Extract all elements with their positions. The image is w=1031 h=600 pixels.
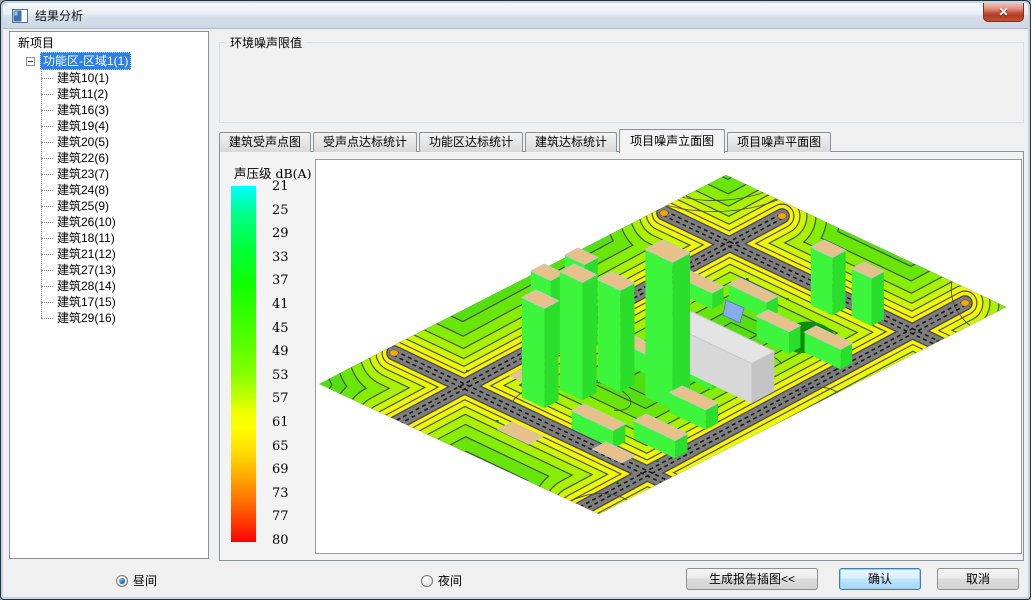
tree-item[interactable]: 建筑26(10) [16,214,206,230]
noise-limit-label: 环境噪声限值 [226,34,306,51]
radio-nighttime[interactable]: 夜间 [421,572,462,589]
noise-map-viewport[interactable] [315,159,1022,554]
close-icon: ✕ [998,5,1008,19]
legend-tick: 37 [272,273,289,288]
app-icon [12,9,28,23]
tree-children: 建筑10(1)建筑11(2)建筑16(3)建筑19(4)建筑20(5)建筑22(… [16,70,206,326]
legend-tick: 69 [272,462,289,477]
legend-tick: 61 [272,415,289,430]
radio-nighttime-label: 夜间 [438,572,462,589]
window-title: 结果分析 [35,7,83,24]
legend-tick: 77 [272,509,289,524]
building [522,290,559,408]
cancel-button[interactable]: 取消 [937,568,1019,590]
radio-daytime-label: 昼间 [133,572,157,589]
legend-tick: 33 [272,250,289,265]
legend-tick: 25 [272,203,289,218]
tree-item[interactable]: 建筑28(14) [16,278,206,294]
building [852,262,884,326]
noise-map-3d [316,160,1021,553]
legend-tick: 80 [272,533,289,548]
tree-item[interactable]: 建筑18(11) [16,230,206,246]
building [560,264,597,400]
confirm-button[interactable]: 确认 [839,568,921,590]
tab-3[interactable]: 功能区达标统计 [419,132,523,152]
generate-report-button[interactable]: 生成报告插图<< [686,568,818,590]
project-tree[interactable]: 新项目 功能区-区域1(1) 建筑10(1)建筑11(2)建筑16(3)建筑19… [9,31,209,559]
radio-nighttime-icon [421,575,433,587]
tab-5[interactable]: 项目噪声立面图 [619,129,725,153]
tab-4[interactable]: 建筑达标统计 [525,132,617,152]
tree-item[interactable]: 建筑11(2) [16,86,206,102]
legend-tick: 21 [272,179,289,194]
tree-item[interactable]: 建筑24(8) [16,182,206,198]
tree-group-label[interactable]: 功能区-区域1(1) [40,52,131,70]
result-analysis-dialog: 结果分析 ✕ 新项目 功能区-区域1(1) 建筑10(1)建筑11(2)建筑16… [0,0,1031,600]
close-button[interactable]: ✕ [983,3,1024,22]
legend-tick: 49 [272,344,289,359]
tab-page-elevation: 声压级 dB(A) 212529333741454953576165697377… [219,151,1024,561]
legend-tick: 73 [272,486,289,501]
tab-2[interactable]: 受声点达标统计 [313,132,417,152]
tab-1[interactable]: 建筑受声点图 [219,132,311,152]
collapse-expander-icon[interactable] [26,57,35,66]
noise-limit-groupbox: 环境噪声限值 [219,34,1024,123]
legend-tick: 45 [272,321,289,336]
tree-item[interactable]: 建筑25(9) [16,198,206,214]
radio-daytime-icon [116,575,128,587]
tab-6[interactable]: 项目噪声平面图 [727,132,831,152]
legend-tick: 65 [272,439,289,454]
legend-tick: 29 [272,226,289,241]
tab-bar: 建筑受声点图受声点达标统计功能区达标统计建筑达标统计项目噪声立面图项目噪声平面图 [219,128,833,152]
tree-item[interactable]: 建筑21(12) [16,246,206,262]
tree-item[interactable]: 建筑23(7) [16,166,206,182]
tree-item[interactable]: 建筑22(6) [16,150,206,166]
tree-item[interactable]: 建筑17(15) [16,294,206,310]
legend-tick: 41 [272,297,289,312]
building [645,240,690,409]
tree-item[interactable]: 建筑27(13) [16,262,206,278]
tree-item[interactable]: 建筑20(5) [16,134,206,150]
legend-ticks: 21252933374145495357616569737780 [272,186,302,542]
radio-daytime[interactable]: 昼间 [116,572,157,589]
tree-group-row[interactable]: 功能区-区域1(1) [16,52,206,70]
building [811,240,846,315]
titlebar[interactable]: 结果分析 ✕ [3,3,1028,29]
tree-item[interactable]: 建筑19(4) [16,118,206,134]
legend-tick: 57 [272,391,289,406]
legend-tick: 53 [272,368,289,383]
tree-item[interactable]: 建筑16(3) [16,102,206,118]
tree-root: 新项目 [16,35,206,51]
tree-item[interactable]: 建筑29(16) [16,310,206,326]
building [598,272,635,392]
legend-gradient [231,186,256,542]
tree-item[interactable]: 建筑10(1) [16,70,206,86]
